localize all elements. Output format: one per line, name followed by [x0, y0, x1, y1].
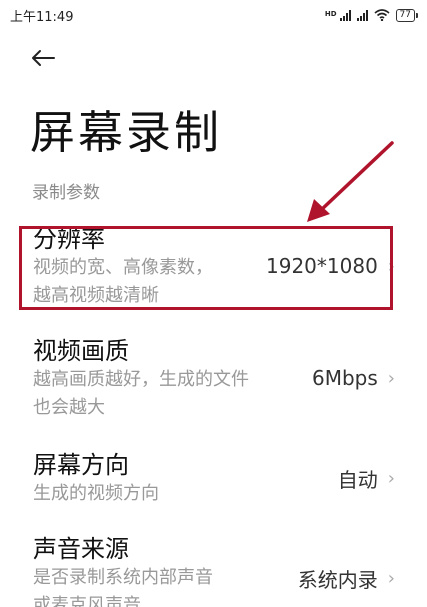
back-button[interactable]	[30, 44, 62, 72]
setting-value: 1920*1080	[266, 254, 378, 278]
setting-title: 视频画质	[33, 337, 129, 365]
setting-video-quality[interactable]: 视频画质 越高画质越好，生成的文件 也会越大 6Mbps ›	[0, 336, 427, 424]
setting-screen-orientation[interactable]: 屏幕方向 生成的视频方向 自动 ›	[0, 450, 427, 510]
status-icons: HD 77	[324, 8, 419, 22]
setting-value-group: 自动 ›	[338, 464, 395, 493]
setting-resolution[interactable]: 分辨率 视频的宽、高像素数， 越高视频越清晰 1920*1080 ›	[0, 224, 427, 312]
wifi-icon	[374, 9, 390, 21]
setting-value: 6Mbps	[312, 366, 378, 390]
setting-value: 自动	[337, 468, 378, 492]
setting-value: 系统内录	[297, 568, 378, 592]
setting-description-line: 或麦克风声音	[33, 595, 141, 607]
setting-description-line: 也会越大	[33, 397, 105, 418]
battery-icon: 77	[395, 8, 419, 22]
chevron-right-icon: ›	[387, 468, 395, 489]
setting-value-group: 6Mbps ›	[312, 366, 395, 390]
page-title: 屏幕录制	[30, 106, 223, 159]
battery-level: 77	[399, 9, 411, 20]
signal-icon	[339, 9, 351, 21]
setting-title: 分辨率	[33, 225, 105, 253]
setting-title: 声音来源	[33, 535, 129, 563]
signal-icon-2	[356, 9, 368, 21]
back-arrow-icon	[32, 50, 55, 66]
section-label: 录制参数	[32, 183, 100, 203]
chevron-right-icon: ›	[387, 255, 395, 277]
chevron-right-icon: ›	[387, 568, 395, 589]
setting-value-group: 系统内录 ›	[298, 564, 395, 593]
status-time: 上午11:49	[10, 9, 74, 25]
setting-value-group: 1920*1080 ›	[266, 254, 395, 278]
setting-audio-source[interactable]: 声音来源 是否录制系统内部声音 或麦克风声音 系统内录 ›	[0, 534, 427, 607]
setting-description-line: 越高视频越清晰	[33, 285, 159, 306]
hd-label: HD	[324, 9, 337, 18]
chevron-right-icon: ›	[387, 367, 395, 389]
status-bar: 上午11:49 HD 77	[0, 0, 427, 30]
